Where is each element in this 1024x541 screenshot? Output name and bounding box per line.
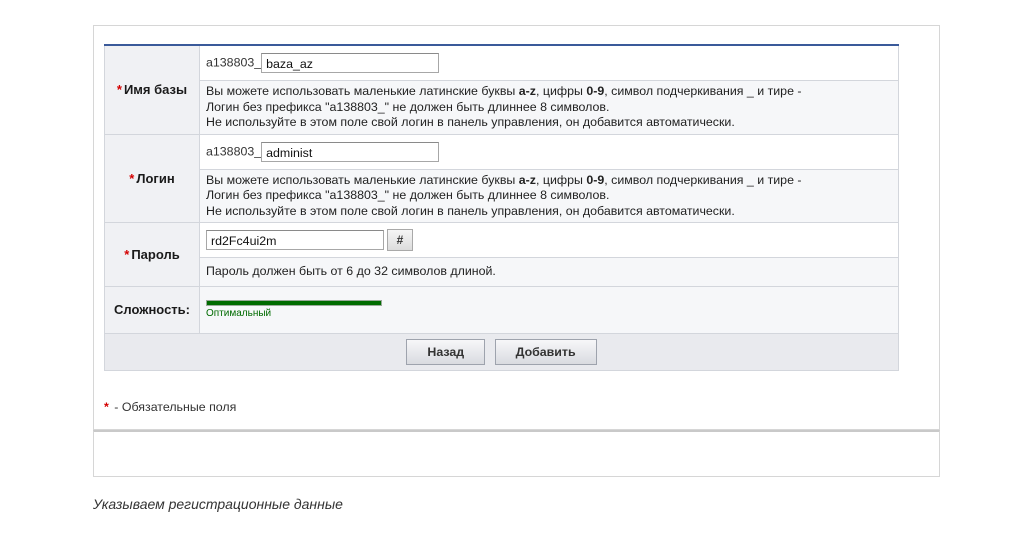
button-row: Назад Добавить xyxy=(104,332,899,371)
required-mark: * xyxy=(116,82,122,98)
strength-bar-fill xyxy=(207,301,381,305)
strength-label: Сложность: xyxy=(104,285,200,334)
image-caption: Указываем регистрационные данные xyxy=(93,496,343,512)
db-name-prefix: a138803_ xyxy=(206,55,262,70)
generate-password-button[interactable]: # xyxy=(387,229,413,251)
db-name-value-cell: a138803_ baza_az xyxy=(199,44,899,81)
footer-panel xyxy=(93,430,940,477)
password-value-cell: rd2Fc4ui2m # xyxy=(199,222,899,258)
login-hint: Вы можете использовать маленькие латинск… xyxy=(199,168,899,223)
password-input[interactable]: rd2Fc4ui2m xyxy=(206,230,384,250)
db-name-input[interactable]: baza_az xyxy=(261,53,440,73)
strength-level-text: Оптимальный xyxy=(206,308,272,319)
strength-cell: Оптимальный xyxy=(199,285,899,334)
login-value-cell: a138803_ administ xyxy=(199,133,899,170)
password-label: * Пароль xyxy=(104,222,200,287)
db-name-label: * Имя базы xyxy=(104,44,200,135)
required-fields-note: * - Обязательные поля xyxy=(104,400,237,414)
add-button[interactable]: Добавить xyxy=(494,338,597,365)
login-prefix: a138803_ xyxy=(206,143,262,158)
db-name-hint: Вы можете использовать маленькие латинск… xyxy=(199,80,899,135)
required-mark: * xyxy=(124,246,130,262)
required-mark: * xyxy=(104,400,109,414)
required-mark: * xyxy=(129,170,135,186)
login-label: * Логин xyxy=(104,133,200,223)
registration-form: * Имя базы a138803_ baza_az Вы можете испо… xyxy=(104,44,899,371)
back-button[interactable]: Назад xyxy=(406,338,486,365)
password-hint: Пароль должен быть от 6 до 32 символов д… xyxy=(199,257,899,287)
login-input[interactable]: administ xyxy=(261,141,440,162)
strength-bar xyxy=(206,300,382,306)
